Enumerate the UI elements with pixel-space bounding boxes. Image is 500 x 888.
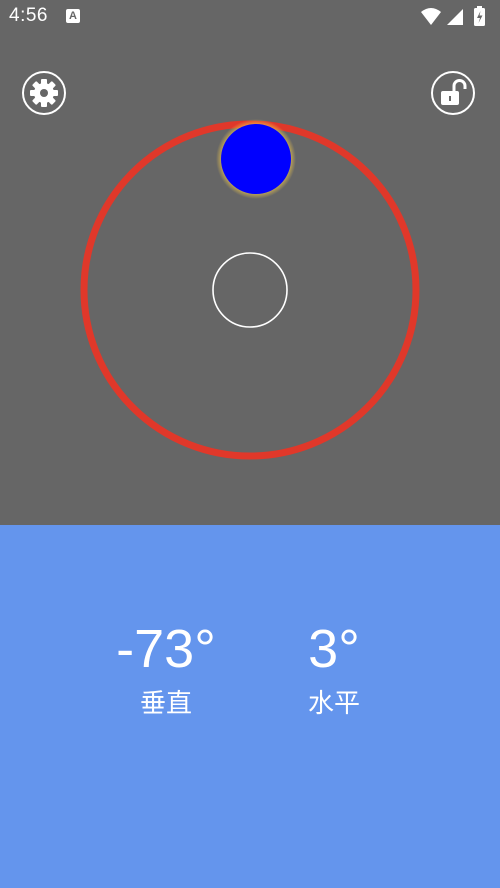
horizontal-angle-value: 3°: [308, 619, 360, 679]
horizontal-angle-label: 水平: [307, 689, 360, 719]
level-app-screen: 4:56 A -73° 垂直 3° 水平: [0, 0, 500, 888]
level-center-target: [212, 252, 288, 328]
level-bubble: [221, 124, 291, 194]
readings-panel: -73° 垂直 3° 水平: [0, 525, 500, 888]
bubble-level-indicator: [80, 119, 420, 460]
horizontal-reading: 3° 水平: [234, 619, 434, 721]
